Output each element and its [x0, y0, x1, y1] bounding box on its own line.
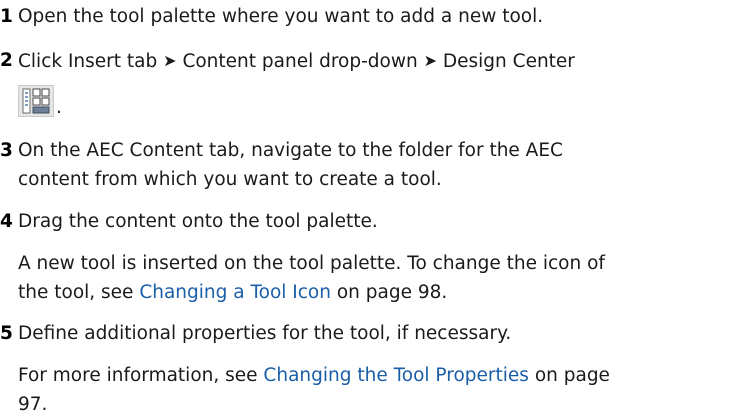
note-line-1: A new tool is inserted on the tool palet…	[18, 253, 605, 274]
note-suffix: on page 98.	[336, 282, 448, 303]
step-number: 3	[0, 140, 13, 161]
step-text: Open the tool palette where you want to …	[18, 6, 544, 27]
step-number: 5	[0, 323, 13, 344]
trailing-period: .	[56, 97, 62, 118]
step-text: Click Insert tab ➤ Content panel drop-do…	[18, 46, 575, 76]
step-5: 5 Define additional properties for the t…	[0, 319, 755, 419]
step-number: 2	[0, 50, 13, 71]
step-text-line-2: content from which you want to create a …	[18, 169, 442, 190]
menu-path-design-center: Design Center	[442, 51, 575, 72]
note-line-1: For more information, see Changing the T…	[18, 361, 610, 390]
changing-tool-properties-link[interactable]: Changing the Tool Properties	[263, 365, 529, 386]
arrow-icon: ➤	[163, 51, 177, 70]
step-text-line-1: On the AEC Content tab, navigate to the …	[18, 140, 563, 161]
step-text: Drag the content onto the tool palette.	[18, 211, 378, 232]
note-prefix: the tool, see	[18, 282, 134, 303]
step-2: 2 Click Insert tab ➤ Content panel drop-…	[0, 46, 755, 126]
changing-tool-icon-link[interactable]: Changing a Tool Icon	[139, 282, 331, 303]
note-suffix: on page	[534, 365, 610, 386]
step-number: 1	[0, 6, 13, 27]
note-line-2: the tool, see Changing a Tool Icon on pa…	[18, 278, 447, 307]
arrow-icon: ➤	[423, 51, 437, 70]
design-center-icon	[18, 85, 54, 117]
step-3: 3 On the AEC Content tab, navigate to th…	[0, 136, 755, 196]
step-text: Define additional properties for the too…	[18, 323, 512, 344]
step-number: 4	[0, 211, 13, 232]
menu-path-insert-tab: Click Insert tab	[18, 51, 158, 72]
step-4: 4 Drag the content onto the tool palette…	[0, 207, 755, 307]
note-prefix: For more information, see	[18, 365, 258, 386]
menu-path-content-panel: Content panel drop-down	[182, 51, 418, 72]
note-line-2: 97.	[18, 394, 48, 415]
